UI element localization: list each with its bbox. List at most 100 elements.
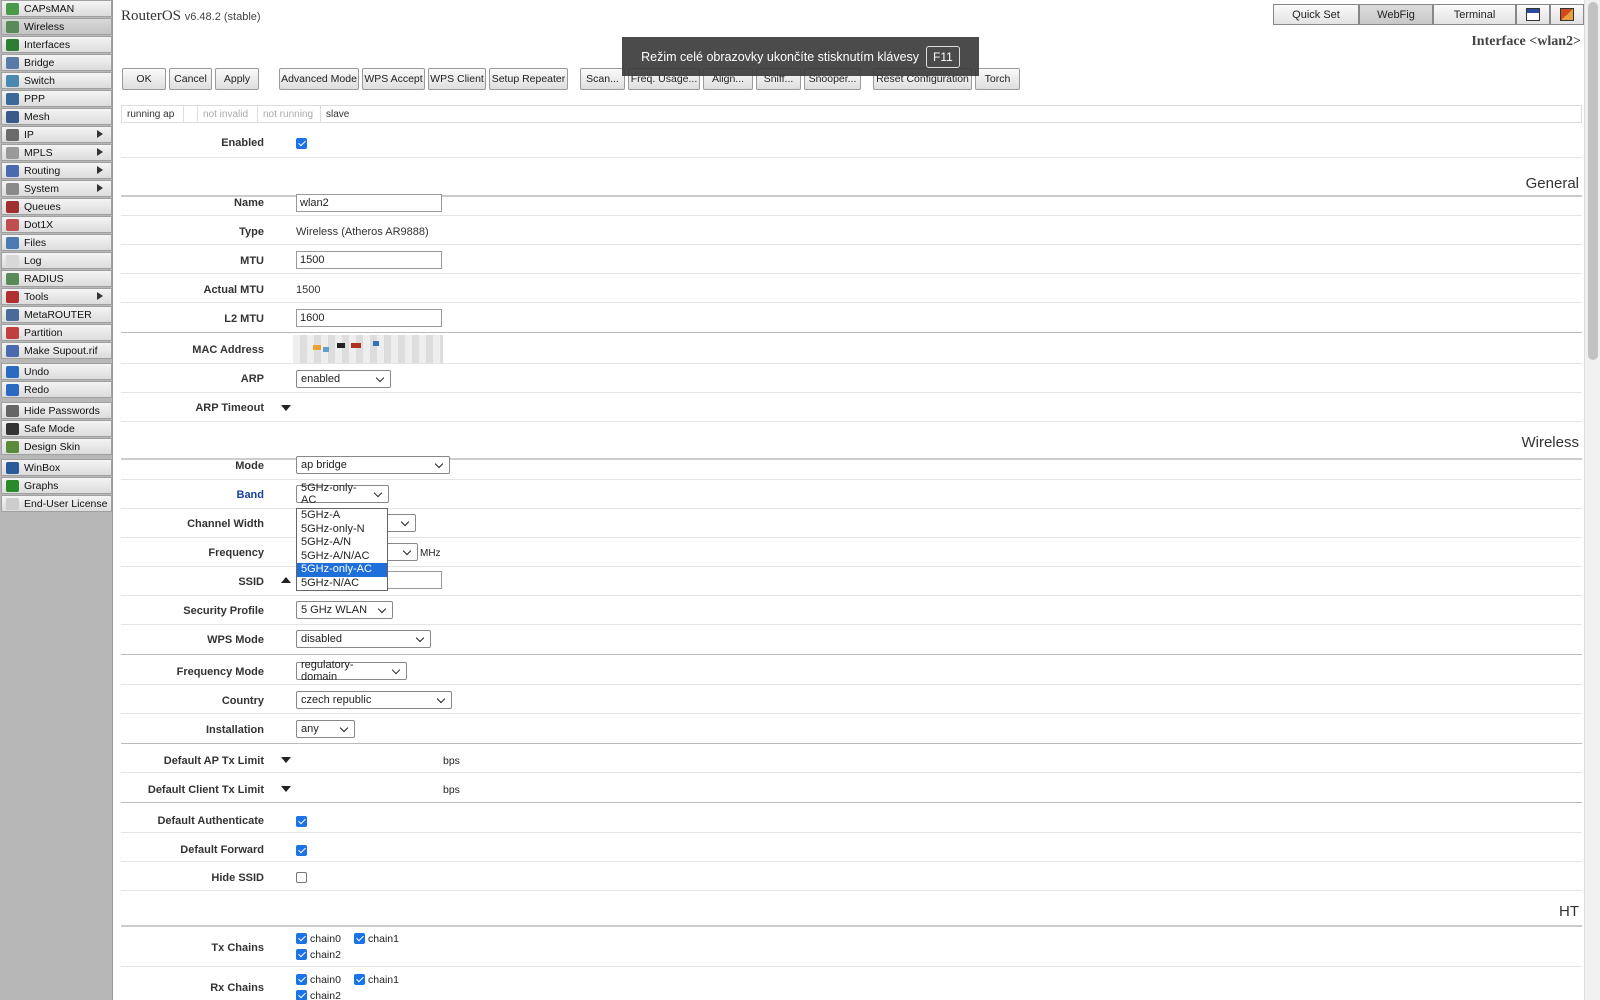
band-option-5ghz-a-n[interactable]: 5GHz-A/N [297, 536, 387, 550]
name-input[interactable]: wlan2 [296, 194, 442, 212]
security-profile-label: Security Profile [183, 605, 264, 617]
tx-chain1[interactable]: chain1 [354, 933, 399, 945]
sidebar-item-partition[interactable]: Partition [1, 324, 112, 341]
tab-terminal[interactable]: Terminal [1433, 4, 1516, 25]
chevron-down-icon [339, 723, 349, 732]
sidebar-item-label: RADIUS [24, 272, 64, 285]
sidebar-item-design-skin[interactable]: Design Skin [1, 438, 112, 455]
tx-chain1-checkbox[interactable] [354, 933, 366, 944]
sidebar-item-make-supout-rif[interactable]: Make Supout.rif [1, 342, 112, 359]
scrollbar-thumb[interactable] [1588, 2, 1598, 360]
wireless-icon [6, 20, 19, 33]
mode-select[interactable]: ap bridge [296, 456, 450, 474]
band-option-5ghz-a-n-ac[interactable]: 5GHz-A/N/AC [297, 550, 387, 564]
row-type: Type Wireless (Atheros AR9888) [121, 216, 1582, 245]
tx-chain2-checkbox[interactable] [296, 949, 307, 960]
sidebar-item-ip[interactable]: IP [1, 126, 112, 143]
sidebar-item-routing[interactable]: Routing [1, 162, 112, 179]
status-not-invalid: not invalid [198, 106, 258, 122]
sidebar-item-hide-passwords[interactable]: Hide Passwords [1, 402, 112, 419]
wps-accept-button[interactable]: WPS Accept [362, 68, 425, 90]
default-auth-checkbox[interactable] [296, 816, 307, 827]
sidebar-item-capsman[interactable]: CAPsMAN [1, 0, 112, 17]
sidebar-item-metarouter[interactable]: MetaROUTER [1, 306, 112, 323]
torch-button[interactable]: Torch [975, 68, 1020, 90]
sidebar-item-tools[interactable]: Tools [1, 288, 112, 305]
advanced-mode-button[interactable]: Advanced Mode [279, 68, 359, 90]
rx-chain0-checkbox[interactable] [296, 974, 307, 985]
band-option-5ghz-n-ac[interactable]: 5GHz-N/AC [297, 577, 387, 591]
wps-client-button[interactable]: WPS Client [428, 68, 486, 90]
band-option-5ghz-only-n[interactable]: 5GHz-only-N [297, 523, 387, 537]
rx-chain2-checkbox[interactable] [296, 990, 307, 1000]
sidebar-item-dot1x[interactable]: Dot1X [1, 216, 112, 233]
enabled-checkbox[interactable] [296, 138, 307, 149]
sidebar-item-end-user-license[interactable]: End-User License [1, 495, 112, 512]
sidebar-item-log[interactable]: Log [1, 252, 112, 269]
rx-chain2[interactable]: chain2 [296, 990, 341, 1000]
default-forward-checkbox[interactable] [296, 845, 307, 856]
sidebar-item-label: Dot1X [24, 218, 54, 231]
setup-repeater-button[interactable]: Setup Repeater [489, 68, 568, 90]
tab-quick-set-label: Quick Set [1292, 8, 1340, 21]
band-option-5ghz-only-ac[interactable]: 5GHz-only-AC [297, 563, 387, 577]
tab-quick-set[interactable]: Quick Set [1273, 4, 1359, 25]
rx-chain1[interactable]: chain1 [354, 974, 399, 986]
hide-ssid-checkbox[interactable] [296, 872, 307, 883]
ok-button[interactable]: OK [122, 68, 166, 90]
tx-chain0-checkbox[interactable] [296, 933, 307, 944]
sidebar-item-mpls[interactable]: MPLS [1, 144, 112, 161]
maximize-button[interactable] [1516, 4, 1550, 25]
tx-chain0[interactable]: chain0 [296, 933, 341, 945]
sidebar-item-ppp[interactable]: PPP [1, 90, 112, 107]
default-ap-tx-label: Default AP Tx Limit [163, 755, 264, 767]
scan-button[interactable]: Scan... [580, 68, 625, 90]
sidebar-item-redo[interactable]: Redo [1, 381, 112, 398]
sidebar-item-safe-mode[interactable]: Safe Mode [1, 420, 112, 437]
expand-arp-timeout-icon[interactable] [281, 405, 291, 411]
settings-button[interactable] [1550, 4, 1584, 25]
band-select[interactable]: 5GHz-only-AC [296, 482, 389, 506]
apply-button[interactable]: Apply [215, 68, 259, 90]
security-profile-select[interactable]: 5 GHz WLAN [296, 601, 393, 619]
rx-chain1-checkbox[interactable] [354, 974, 366, 985]
collapse-ssid-icon[interactable] [281, 577, 291, 583]
row-security-profile: Security Profile 5 GHz WLAN [121, 596, 1582, 625]
chevron-down-icon [377, 604, 387, 613]
sidebar-item-label: Hide Passwords [24, 404, 100, 417]
row-country: Country czech republic [121, 685, 1582, 714]
expand-default-client-tx-icon[interactable] [281, 786, 291, 792]
wps-mode-select[interactable]: disabled [296, 630, 431, 648]
installation-select[interactable]: any [296, 720, 355, 738]
page-scrollbar[interactable] [1584, 0, 1600, 1000]
sidebar-item-switch[interactable]: Switch [1, 72, 112, 89]
band-option-5ghz-a[interactable]: 5GHz-A [297, 509, 387, 523]
sidebar-item-undo[interactable]: Undo [1, 363, 112, 380]
sidebar-item-graphs[interactable]: Graphs [1, 477, 112, 494]
sidebar-item-system[interactable]: System [1, 180, 112, 197]
expand-default-ap-tx-icon[interactable] [281, 757, 291, 763]
submenu-arrow-icon [97, 184, 103, 192]
country-label: Country [221, 695, 264, 707]
sidebar-item-interfaces[interactable]: Interfaces [1, 36, 112, 53]
sidebar-item-winbox[interactable]: WinBox [1, 459, 112, 476]
sidebar-item-bridge[interactable]: Bridge [1, 54, 112, 71]
supout-icon [6, 344, 19, 357]
undo-icon [6, 365, 19, 378]
l2mtu-input[interactable]: 1600 [296, 309, 442, 327]
arp-select[interactable]: enabled [296, 370, 391, 388]
license-icon [6, 497, 19, 510]
sidebar-item-radius[interactable]: RADIUS [1, 270, 112, 287]
frequency-mode-select[interactable]: regulatory-domain [296, 659, 407, 683]
mtu-input[interactable]: 1500 [296, 251, 442, 269]
country-select[interactable]: czech republic [296, 691, 452, 709]
row-default-forward: Default Forward [121, 833, 1582, 862]
tx-chain2[interactable]: chain2 [296, 949, 341, 961]
sidebar-item-queues[interactable]: Queues [1, 198, 112, 215]
sidebar-item-mesh[interactable]: Mesh [1, 108, 112, 125]
cancel-button[interactable]: Cancel [169, 68, 212, 90]
sidebar-item-wireless[interactable]: Wireless [1, 18, 112, 35]
tab-webfig[interactable]: WebFig [1359, 4, 1433, 25]
rx-chain0[interactable]: chain0 [296, 974, 341, 986]
sidebar-item-files[interactable]: Files [1, 234, 112, 251]
